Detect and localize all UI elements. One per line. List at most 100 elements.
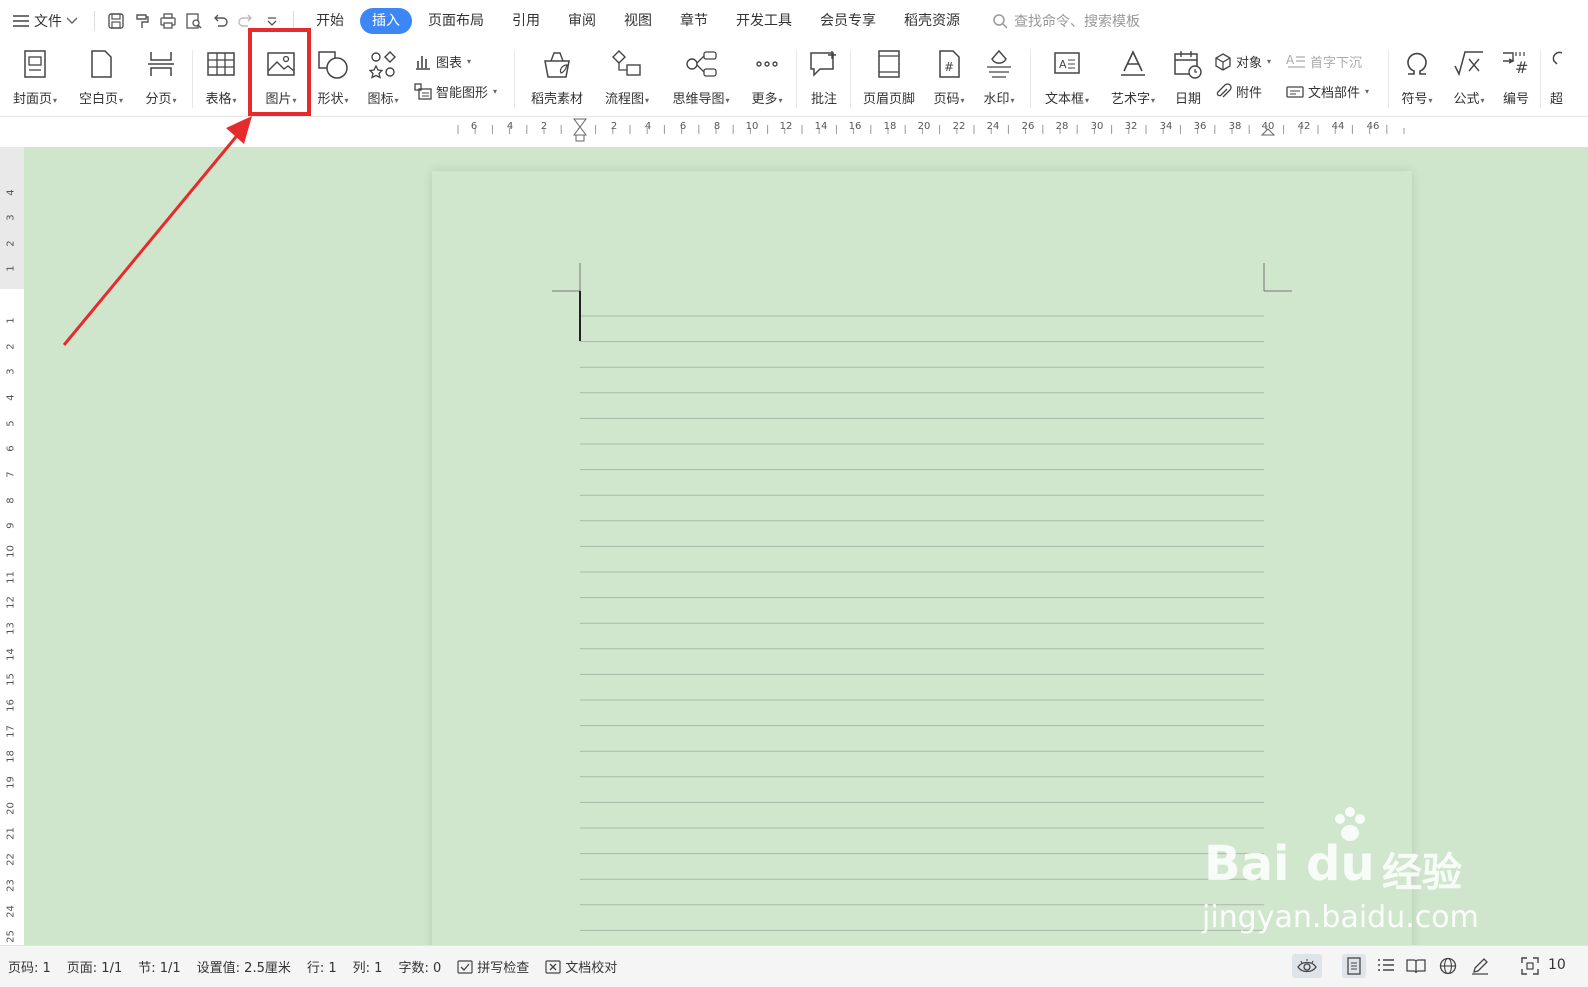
shape-button[interactable]: 形状▾ [310,46,356,110]
tab-page-layout[interactable]: 页面布局 [416,8,496,34]
hyperlink-label: 超 [1550,92,1564,107]
customize-quick-access-icon[interactable] [261,10,283,32]
ruler-label: 19 [5,776,17,789]
symbol-button[interactable]: 符号▾ [1394,46,1440,110]
ruler-label: 2 [540,121,548,132]
tab-home[interactable]: 开始 [304,8,356,34]
web-view-icon[interactable] [1436,954,1460,978]
file-menu-label: 文件 [34,14,62,30]
formula-button[interactable]: 公式▾ [1446,46,1492,110]
picture-button[interactable]: 图片▾ [258,46,304,110]
doc-proof-button[interactable]: 文档校对 [537,957,625,976]
hamburger-icon [13,15,29,27]
hyperlink-icon [1546,46,1580,82]
tab-docer-resources[interactable]: 稻壳资源 [892,8,972,34]
wordart-button[interactable]: 艺术字▾ [1104,46,1162,110]
document-canvas[interactable] [24,147,1588,945]
divider [293,11,294,31]
svg-text:#: # [1515,58,1528,77]
page-break-icon [144,46,178,82]
command-search[interactable]: 查找命令、搜索模板 [992,11,1140,31]
smart-graphic-button[interactable]: 智能图形 ▾ [414,82,497,101]
page-view-icon[interactable] [1342,954,1366,978]
page-break-label: 分页 [145,92,172,107]
tab-member[interactable]: 会员专享 [808,8,888,34]
flowchart-icon [610,46,644,82]
status-pages[interactable]: 页面: 1/1 [59,957,130,976]
ruler-label: 10 [745,121,759,132]
status-row[interactable]: 行: 1 [299,957,345,976]
shape-label: 形状 [317,92,344,107]
zoom-level[interactable]: 10 [1548,957,1566,973]
eye-protection-icon[interactable] [1292,954,1322,978]
docer-material-button[interactable]: 稻壳素材 [524,46,590,110]
date-button[interactable]: 日期 [1168,46,1208,110]
calendar-icon [1171,46,1205,82]
status-setting[interactable]: 设置值: 2.5厘米 [189,957,299,976]
horizontal-ruler[interactable]: 6 4 2 2 4 6 8 10 12 14 16 18 20 22 24 26 28 30 32 34 36 38 40 4… [0,117,1588,147]
undo-icon[interactable] [209,10,231,32]
document-page[interactable] [432,171,1412,945]
status-word-count[interactable]: 字数: 0 [390,957,449,976]
status-page-no[interactable]: 页码: 1 [0,957,59,976]
page-number-button[interactable]: # 页码▾ [926,46,972,110]
tab-developer[interactable]: 开发工具 [724,8,804,34]
tab-references[interactable]: 引用 [500,8,552,34]
tab-insert[interactable]: 插入 [360,8,412,34]
outline-view-icon[interactable] [1374,954,1398,978]
symbol-label: 符号 [1401,92,1428,107]
fit-page-icon[interactable] [1518,954,1542,978]
blank-page-icon [84,46,118,82]
table-button[interactable]: 表格▾ [198,46,244,110]
ruler-label: 10 [5,545,17,558]
numbering-button[interactable]: # 编号 [1496,46,1536,110]
doc-parts-icon [1286,85,1304,98]
reading-view-icon[interactable] [1404,954,1428,978]
textbox-button[interactable]: A 文本框▾ [1038,46,1096,110]
ruler-label: 34 [1159,121,1173,132]
format-painter-icon[interactable] [131,10,153,32]
more-button[interactable]: 更多▾ [744,46,790,110]
comment-button[interactable]: 批注 [802,46,846,110]
docer-material-icon [540,46,574,82]
blank-page-button[interactable]: 空白页▾ [72,46,130,110]
cover-page-icon [18,46,52,82]
redo-icon[interactable] [235,10,257,32]
status-col[interactable]: 列: 1 [345,957,391,976]
page-number-icon: # [932,46,966,82]
vertical-ruler[interactable]: 4 3 2 1 1 2 3 4 5 6 7 8 9 10 11 12 13 14 15 16 17 18 19 20 21 22 2… [0,147,24,945]
flowchart-button[interactable]: 流程图▾ [598,46,656,110]
print-preview-icon[interactable] [183,10,205,32]
doc-parts-button[interactable]: 文档部件 ▾ [1286,82,1369,101]
ruler-label: 6 [470,121,478,132]
hyperlink-button[interactable]: 超 [1546,46,1586,110]
ruler-label: 22 [952,121,966,132]
tab-section[interactable]: 章节 [668,8,720,34]
object-button[interactable]: 对象 ▾ [1214,52,1271,71]
header-footer-button[interactable]: 页眉页脚 [856,46,922,110]
object-icon [1215,52,1231,71]
status-section[interactable]: 节: 1/1 [130,957,188,976]
smart-graphic-label: 智能图形 [436,86,489,101]
chart-button[interactable]: 图表 ▾ [414,52,471,71]
write-mode-icon[interactable] [1468,954,1492,978]
cover-page-button[interactable]: 封面页▾ [6,46,64,110]
ruler-label: 4 [506,121,514,132]
icon-label: 图标 [367,92,394,107]
mindmap-button[interactable]: 思维导图▾ [664,46,738,110]
tab-review[interactable]: 审阅 [556,8,608,34]
ruler-label: 4 [5,394,17,401]
smart-graphic-icon [414,82,432,100]
icon-button[interactable]: 图标▾ [360,46,406,110]
attachment-button[interactable]: 附件 [1214,82,1262,101]
dropcap-button[interactable]: A 首字下沉 [1286,52,1362,72]
icons-gallery-icon [366,46,400,82]
spell-check-button[interactable]: 拼写检查 [449,957,537,976]
ruler-label: 12 [5,596,17,609]
page-break-button[interactable]: 分页▾ [138,46,184,110]
print-icon[interactable] [157,10,179,32]
tab-view[interactable]: 视图 [612,8,664,34]
watermark-button[interactable]: 水印▾ [976,46,1022,110]
file-menu[interactable]: 文件 [4,6,86,36]
save-icon[interactable] [105,10,127,32]
